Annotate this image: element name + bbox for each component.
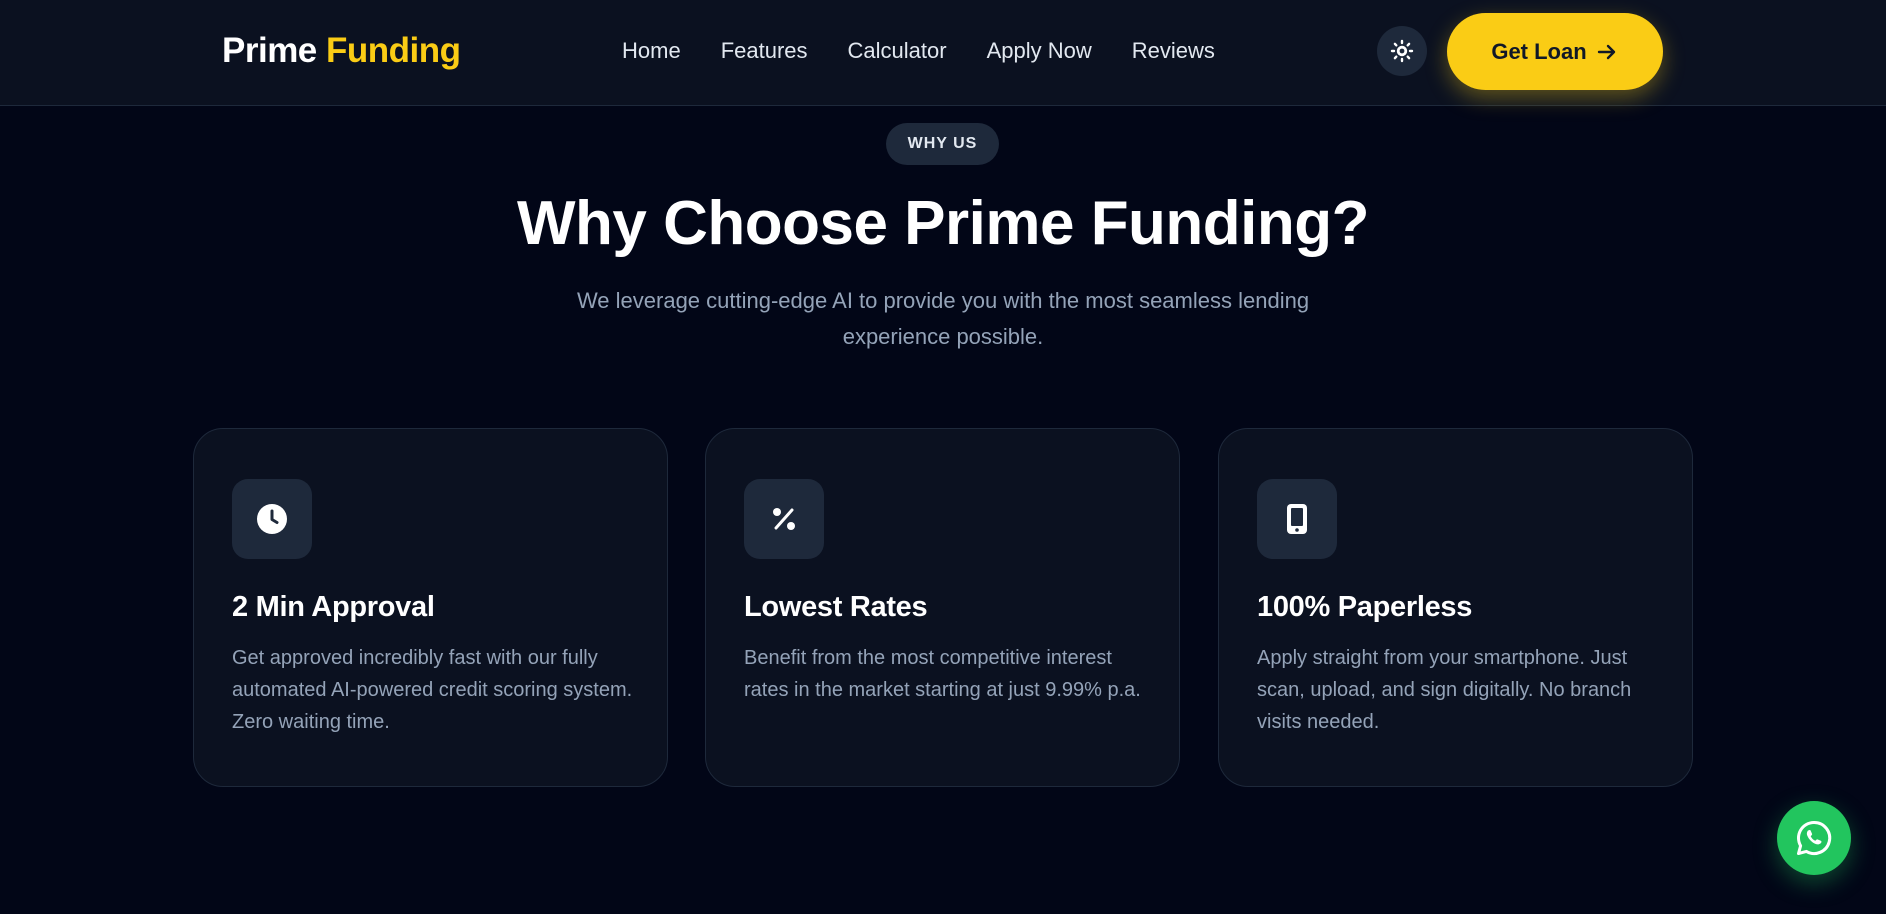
- theme-toggle-button[interactable]: [1377, 26, 1427, 76]
- feature-title: 100% Paperless: [1257, 591, 1473, 623]
- nav-link-apply-now[interactable]: Apply Now: [987, 38, 1092, 64]
- get-loan-label: Get Loan: [1491, 38, 1587, 64]
- feature-card-paperless: 100% Paperless Apply straight from your …: [1218, 428, 1693, 787]
- brand-logo-part1: Prime: [222, 31, 317, 70]
- main-nav: Home Features Calculator Apply Now Revie…: [622, 38, 1215, 64]
- feature-icon-box: [232, 479, 312, 559]
- sun-icon: [1390, 39, 1414, 63]
- whatsapp-icon: [1797, 820, 1832, 855]
- section-title: Why Choose Prime Funding?: [516, 189, 1370, 258]
- brand-logo[interactable]: Prime Funding: [222, 31, 461, 71]
- whatsapp-chat-button[interactable]: [1777, 801, 1851, 875]
- feature-title: 2 Min Approval: [232, 591, 435, 623]
- feature-description: Get approved incredibly fast with our fu…: [232, 647, 633, 733]
- percent-icon: [773, 508, 795, 530]
- feature-description: Apply straight from your smartphone. Jus…: [1257, 647, 1632, 733]
- nav-link-home[interactable]: Home: [622, 38, 681, 64]
- smartphone-icon: [1287, 504, 1307, 534]
- feature-card-rates: Lowest Rates Benefit from the most compe…: [705, 428, 1180, 787]
- feature-icon-box: [744, 479, 824, 559]
- nav-link-features[interactable]: Features: [721, 38, 808, 64]
- feature-title: Lowest Rates: [744, 591, 928, 623]
- feature-card-approval: 2 Min Approval Get approved incredibly f…: [193, 428, 668, 787]
- top-navbar: Prime Funding Home Features Calculator A…: [0, 0, 1886, 106]
- feature-description: Benefit from the most competitive intere…: [744, 647, 1141, 701]
- nav-link-calculator[interactable]: Calculator: [848, 38, 947, 64]
- nav-link-reviews[interactable]: Reviews: [1132, 38, 1215, 64]
- feature-icon-box: [1257, 479, 1337, 559]
- brand-logo-part2: Funding: [326, 31, 461, 70]
- clock-icon: [257, 504, 287, 534]
- section-badge: WHY US: [886, 123, 999, 165]
- get-loan-button[interactable]: Get Loan: [1447, 13, 1663, 90]
- arrow-right-icon: [1597, 44, 1615, 59]
- section-subtitle: We leverage cutting-edge AI to provide y…: [576, 288, 1310, 349]
